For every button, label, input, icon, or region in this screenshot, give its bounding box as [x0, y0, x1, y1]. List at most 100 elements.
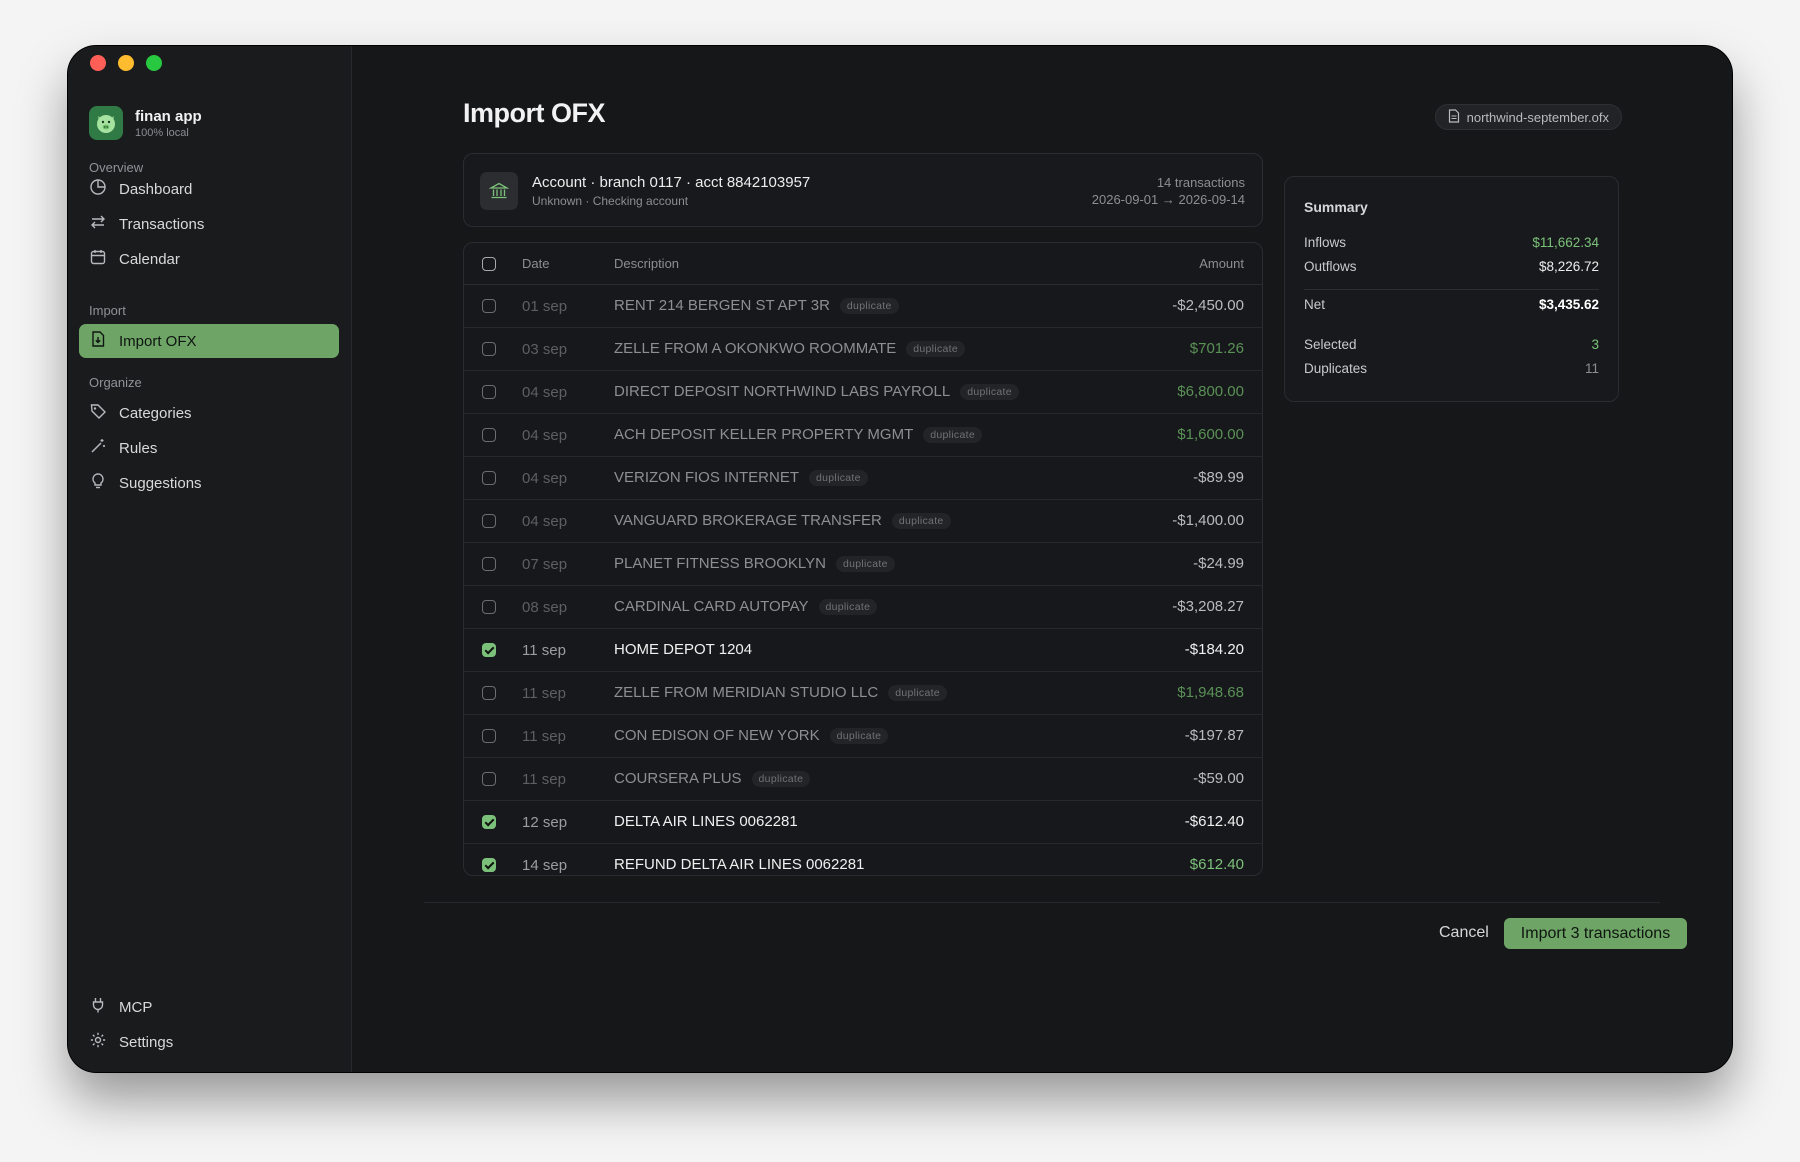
row-checkbox[interactable]	[482, 428, 496, 442]
app-subtitle: 100% local	[135, 126, 189, 139]
row-description-cell: REFUND DELTA AIR LINES 0062281	[614, 856, 864, 873]
close-window-button[interactable]	[90, 55, 106, 71]
sidebar-item-rules[interactable]: Rules	[79, 431, 339, 465]
row-amount: -$24.99	[1193, 555, 1244, 572]
sidebar-item-categories[interactable]: Categories	[79, 396, 339, 430]
row-amount: $701.26	[1189, 340, 1244, 357]
duplicate-badge: duplicate	[891, 512, 951, 529]
row-description: REFUND DELTA AIR LINES 0062281	[614, 856, 865, 873]
sidebar-item-transactions[interactable]: Transactions	[79, 207, 339, 241]
row-checkbox[interactable]	[482, 557, 496, 571]
row-checkbox[interactable]	[482, 471, 496, 485]
table-row[interactable]: 03 sep ZELLE FROM A OKONKWO ROOMMATE dupli…	[464, 328, 1262, 371]
minimize-window-button[interactable]	[118, 55, 134, 71]
wand-icon	[89, 437, 107, 459]
summary-divider	[1304, 289, 1599, 290]
table-row[interactable]: 11 sep HOME DEPOT 1204 -$184.20	[464, 629, 1262, 672]
table-row[interactable]: 11 sep CON EDISON OF NEW YORK duplicate -$1…	[464, 715, 1262, 758]
row-description: VANGUARD BROKERAGE TRANSFER	[614, 512, 882, 529]
select-all-checkbox[interactable]	[482, 257, 496, 271]
row-amount: -$197.87	[1184, 727, 1244, 744]
row-description-cell: DIRECT DEPOSIT NORTHWIND LABS PAYROLL dup…	[614, 383, 1019, 400]
page-title: Import OFX	[463, 98, 606, 128]
row-date: 08 sep	[522, 599, 568, 616]
row-amount: $612.40	[1189, 856, 1244, 873]
duplicate-badge: duplicate	[906, 340, 965, 357]
table-row[interactable]: 11 sep ZELLE FROM MERIDIAN STUDIO LLC dupl…	[464, 672, 1262, 715]
sidebar-item-import-ofx[interactable]: Import OFX	[79, 324, 339, 358]
main-content: Import OFX northwind-september.ofx Accou…	[352, 46, 1732, 1072]
window-controls	[90, 55, 162, 71]
table-row[interactable]: 07 sep PLANET FITNESS BROOKLYN duplicate -$…	[464, 543, 1262, 586]
row-date: 03 sep	[522, 341, 568, 358]
row-checkbox[interactable]	[482, 342, 496, 356]
row-date: 04 sep	[522, 427, 568, 444]
table-row[interactable]: 04 sep VERIZON FIOS INTERNET duplicate -$89…	[464, 457, 1262, 500]
inflows-value: $11,662.34	[1532, 235, 1599, 250]
duplicate-badge: duplicate	[809, 469, 868, 486]
row-checkbox[interactable]	[482, 299, 496, 313]
row-checkbox[interactable]	[482, 772, 496, 786]
row-checkbox[interactable]	[482, 729, 496, 743]
cancel-button[interactable]: Cancel	[1429, 918, 1499, 948]
sidebar-item-mcp[interactable]: MCP	[79, 990, 339, 1024]
row-date: 01 sep	[522, 298, 568, 315]
section-import: Import	[89, 303, 126, 318]
file-name: northwind-september.ofx	[1466, 109, 1609, 125]
sidebar-item-suggestions[interactable]: Suggestions	[79, 466, 339, 500]
row-date: 11 sep	[522, 728, 566, 745]
row-description: CON EDISON OF NEW YORK	[614, 727, 820, 744]
duplicate-badge: duplicate	[960, 383, 1019, 400]
pig-icon	[89, 106, 123, 140]
row-description-cell: CARDINAL CARD AUTOPAY duplicate	[614, 598, 878, 615]
table-header: Date Description Amount	[464, 243, 1262, 285]
arrows-swap-icon	[89, 213, 107, 235]
sidebar-item-label: Calendar	[119, 250, 180, 268]
row-amount: -$3,208.27	[1172, 598, 1244, 615]
table-row[interactable]: 14 sep REFUND DELTA AIR LINES 0062281 $612…	[464, 844, 1262, 875]
table-row[interactable]: 11 sep COURSERA PLUS duplicate -$59.00	[464, 758, 1262, 801]
row-checkbox[interactable]	[482, 858, 496, 872]
zoom-window-button[interactable]	[146, 55, 162, 71]
transaction-count: 14 transactions	[1156, 175, 1245, 190]
tag-icon	[89, 402, 107, 424]
row-description-cell: CON EDISON OF NEW YORK duplicate	[614, 727, 889, 744]
row-description: PLANET FITNESS BROOKLYN	[614, 555, 826, 572]
table-row[interactable]: 04 sep DIRECT DEPOSIT NORTHWIND LABS PAYR…	[464, 371, 1262, 414]
row-checkbox[interactable]	[482, 686, 496, 700]
row-checkbox[interactable]	[482, 600, 496, 614]
duplicates-label: Duplicates	[1304, 361, 1368, 376]
table-row[interactable]: 04 sep ACH DEPOSIT KELLER PROPERTY MGMT du…	[464, 414, 1262, 457]
table-row[interactable]: 01 sep RENT 214 BERGEN ST APT 3R duplicate…	[464, 285, 1262, 328]
sidebar-item-label: Suggestions	[119, 474, 202, 492]
row-checkbox[interactable]	[482, 385, 496, 399]
sidebar-item-label: MCP	[119, 998, 153, 1016]
row-date: 04 sep	[522, 513, 568, 530]
row-date: 11 sep	[522, 771, 566, 788]
gear-icon	[89, 1031, 107, 1053]
sidebar-item-label: Categories	[119, 404, 192, 422]
sidebar-item-calendar[interactable]: Calendar	[79, 242, 339, 276]
row-description-cell: VERIZON FIOS INTERNET duplicate	[614, 469, 868, 486]
row-description: RENT 214 BERGEN ST APT 3R	[614, 297, 830, 314]
duplicate-badge: duplicate	[888, 684, 947, 701]
sidebar-item-settings[interactable]: Settings	[79, 1025, 339, 1059]
table-row[interactable]: 08 sep CARDINAL CARD AUTOPAY duplicate -$3,…	[464, 586, 1262, 629]
row-checkbox[interactable]	[482, 815, 496, 829]
row-checkbox[interactable]	[482, 514, 496, 528]
sidebar-item-dashboard[interactable]: Dashboard	[79, 172, 339, 206]
table-row[interactable]: 04 sep VANGUARD BROKERAGE TRANSFER duplica…	[464, 500, 1262, 543]
import-button[interactable]: Import 3 transactions	[1504, 918, 1687, 949]
row-date: 11 sep	[522, 642, 566, 659]
sidebar-item-label: Transactions	[119, 215, 205, 233]
table-row[interactable]: 12 sep DELTA AIR LINES 0062281 -$612.40	[464, 801, 1262, 844]
selected-value: 3	[1591, 337, 1599, 352]
row-amount: -$184.20	[1184, 641, 1244, 658]
row-description: DIRECT DEPOSIT NORTHWIND LABS PAYROLL	[614, 383, 951, 400]
row-description: VERIZON FIOS INTERNET	[614, 469, 800, 486]
row-description: HOME DEPOT 1204	[614, 641, 753, 658]
sidebar-item-label: Dashboard	[119, 180, 193, 198]
row-checkbox[interactable]	[482, 643, 496, 657]
sidebar-item-label: Settings	[119, 1033, 174, 1051]
account-card: Account · branch 0117 · acct 8842103957 …	[463, 153, 1263, 227]
